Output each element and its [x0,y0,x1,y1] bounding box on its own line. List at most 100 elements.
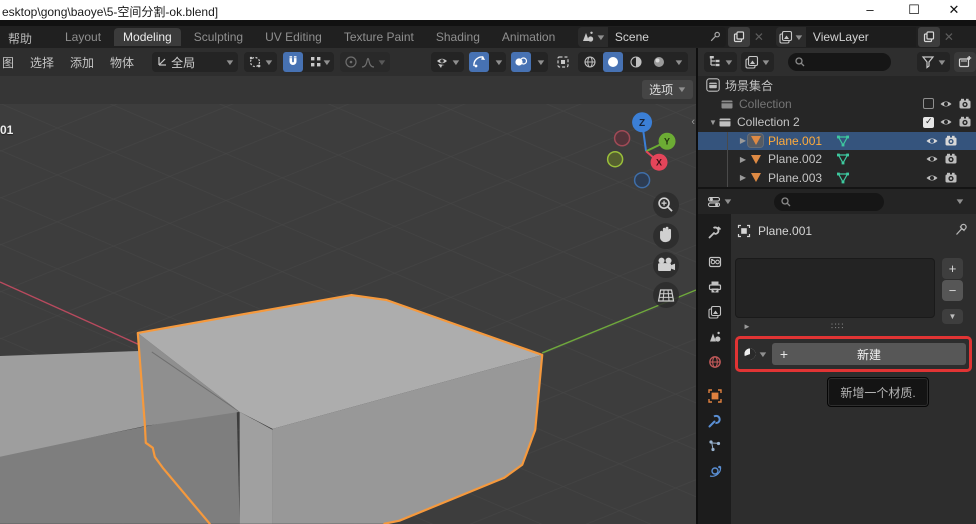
new-collection-button[interactable] [954,52,976,72]
material-slot-list[interactable] [735,258,935,318]
breadcrumb-object-name[interactable]: Plane.001 [758,224,812,238]
transform-orientation-dropdown[interactable]: 全局 ▼ [152,52,238,72]
eye-icon[interactable] [925,134,939,148]
shading-dropdown[interactable]: ▼ [672,52,686,72]
exclude-checkbox[interactable] [923,117,934,128]
object-menu[interactable]: 物体 [102,54,142,71]
new-material-button[interactable]: + 新建 [772,343,966,365]
properties-options-dropdown[interactable]: ▼ [952,192,968,212]
resize-grip[interactable]: ∷∷ [831,321,844,332]
tab-particles[interactable] [708,439,722,453]
pivot-point-dropdown[interactable]: ▼ [244,52,277,72]
expand-arrow[interactable]: ▶ [738,173,748,182]
tab-shading[interactable]: Shading [427,28,489,46]
minimize-button[interactable]: – [850,0,890,19]
outliner-editor-type-dropdown[interactable]: ▼ [704,52,737,72]
outliner-search-input[interactable] [788,53,891,71]
sidebar-collapse-arrow[interactable]: ‹ [691,116,695,128]
properties-search-input[interactable] [774,193,884,211]
eye-icon[interactable] [925,171,939,185]
scene-pin-button[interactable] [704,27,726,47]
help-menu[interactable]: 帮助 [8,30,32,47]
scene-name-field[interactable]: Scene [608,27,704,47]
viewlayer-browse-button[interactable]: ▼ [776,27,806,47]
tab-layout[interactable]: Layout [56,28,110,46]
tab-view-layer[interactable] [708,305,722,319]
overlays-dropdown[interactable]: ▼ [492,52,506,72]
camera-visibility-icon[interactable] [958,115,972,129]
expand-arrow[interactable]: ▶ [738,136,748,145]
viewlayer-name-field[interactable]: ViewLayer [806,27,916,47]
viewport-canvas[interactable]: Z Y X [0,104,696,524]
close-button[interactable]: ✕ [934,0,974,19]
exclude-checkbox[interactable] [923,98,934,109]
camera-visibility-icon[interactable] [944,152,958,166]
maximize-button[interactable]: ☐ [894,0,934,19]
outliner-row-plane-001[interactable]: ▶ Plane.001 [698,132,976,151]
scene-new-button[interactable] [728,27,750,47]
shading-solid-button[interactable] [603,52,623,72]
chevron-down-icon: ▼ [760,58,771,67]
shading-material-button[interactable] [626,52,646,72]
tool-options-dropdown[interactable]: 选项 ▼ [642,80,693,99]
xray-spheres-toggle[interactable] [511,52,531,72]
tab-uv-editing[interactable]: UV Editing [256,28,331,46]
expand-arrow[interactable]: ▼ [708,118,718,127]
proportional-editing-controls[interactable]: ▼ [340,52,390,72]
expand-arrow[interactable]: ▶ [738,155,748,164]
pan-button[interactable] [653,223,679,249]
viewlayer-remove-button[interactable]: ✕ [940,27,958,47]
scene-browse-button[interactable]: ▼ [578,27,608,47]
eye-icon[interactable] [939,115,953,129]
outliner-row-plane-002[interactable]: ▶ Plane.002 [698,150,976,169]
tab-sculpting[interactable]: Sculpting [185,28,252,46]
browse-material-dropdown[interactable]: ▼ [741,347,769,361]
shading-wireframe-button[interactable] [580,52,600,72]
xray-dropdown[interactable]: ▼ [534,52,548,72]
properties-editor-type-dropdown[interactable]: ▼ [703,192,736,212]
remove-slot-button[interactable]: − [942,280,963,301]
tab-object[interactable] [708,389,722,403]
outliner-filter-dropdown[interactable]: ▼ [917,52,950,72]
tab-modifiers[interactable] [708,414,722,428]
viewlayer-new-button[interactable] [918,27,940,47]
show-gizmo-dropdown[interactable]: ▼ [431,52,464,72]
view-menu[interactable]: 图 [0,54,22,71]
camera-visibility-icon[interactable] [944,134,958,148]
pin-icon[interactable] [954,223,968,237]
outliner-row-scene-collection[interactable]: 场景集合 [698,76,976,95]
outliner-row-collection2[interactable]: ▼ Collection 2 [698,113,976,132]
outliner-row-plane-003[interactable]: ▶ Plane.003 [698,169,976,188]
zoom-button[interactable] [653,192,679,218]
toggle-xray-button[interactable] [553,52,573,72]
outliner-row-collection[interactable]: Collection [698,95,976,114]
navigation-gizmo[interactable]: Z Y X [608,112,676,187]
camera-view-button[interactable] [653,252,679,278]
camera-visibility-icon[interactable] [958,97,972,111]
show-overlays-toggle[interactable] [469,52,489,72]
scene-unlink-button[interactable]: ✕ [750,27,768,47]
orthographic-toggle-button[interactable] [653,282,679,308]
select-menu[interactable]: 选择 [22,54,62,71]
tab-scene[interactable] [708,330,722,344]
tab-world[interactable] [708,355,722,369]
tab-modeling[interactable]: Modeling [114,28,181,46]
eye-icon[interactable] [925,152,939,166]
snap-toggle[interactable] [283,52,303,72]
panel-divider[interactable] [696,48,698,524]
tab-tool[interactable] [708,225,722,239]
chevron-down-icon: ▼ [757,350,768,359]
add-menu[interactable]: 添加 [62,54,102,71]
add-slot-button[interactable]: + [942,258,963,279]
eye-icon[interactable] [939,97,953,111]
camera-visibility-icon[interactable] [944,171,958,185]
tab-animation[interactable]: Animation [493,28,564,46]
tab-output[interactable] [708,280,722,294]
expand-arrow[interactable]: ► [743,322,751,331]
snap-to-dropdown[interactable]: ▼ [306,52,334,72]
shading-rendered-button[interactable] [649,52,669,72]
tab-physics[interactable] [708,464,722,478]
tab-texture-paint[interactable]: Texture Paint [335,28,423,46]
tab-render[interactable] [708,255,722,269]
outliner-display-mode-dropdown[interactable]: ▼ [741,52,774,72]
